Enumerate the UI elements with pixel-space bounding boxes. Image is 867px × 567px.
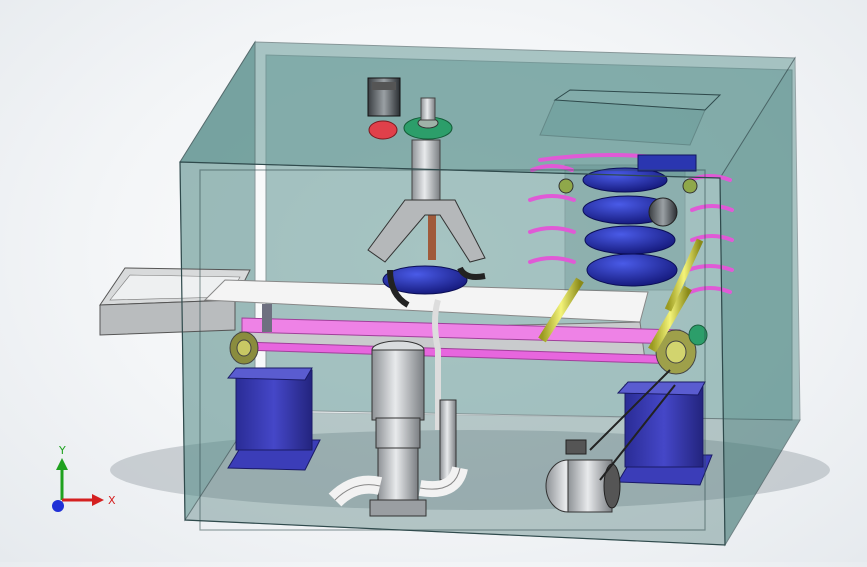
cad-assembly-scene[interactable]: YX bbox=[0, 0, 867, 562]
z-axis-icon bbox=[52, 500, 64, 512]
coordinate-triad: YX bbox=[52, 444, 116, 512]
y-arrowhead-icon bbox=[56, 458, 68, 470]
x-arrowhead-icon bbox=[92, 494, 104, 506]
model-viewport[interactable]: YX bbox=[0, 0, 867, 562]
triad-axes-icon bbox=[52, 458, 104, 512]
stepper-motor-icon[interactable] bbox=[367, 77, 401, 117]
y-axis-label: Y bbox=[58, 444, 66, 457]
x-axis-label: X bbox=[108, 494, 116, 507]
